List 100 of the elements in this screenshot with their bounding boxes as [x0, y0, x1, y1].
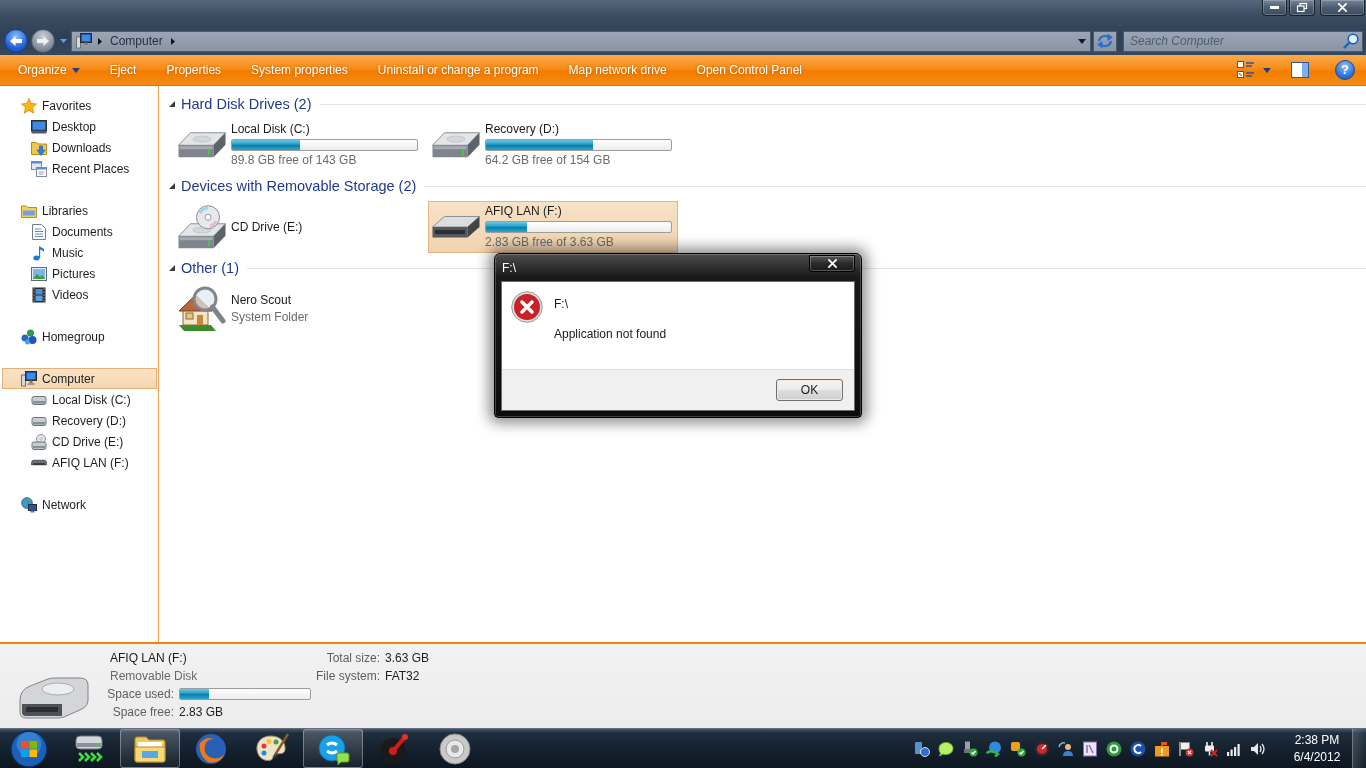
- group-heading: Devices with Removable Storage (2): [181, 178, 417, 194]
- item-name: CD Drive (E:): [231, 219, 303, 235]
- nav-item[interactable]: Recovery (D:): [2, 410, 157, 431]
- group-heading: Other (1): [181, 260, 239, 276]
- breadcrumb-caret-icon: [98, 37, 102, 45]
- nav-item[interactable]: Pictures: [2, 263, 157, 284]
- back-arrow-icon: [9, 35, 23, 47]
- preview-pane-icon: [1291, 62, 1309, 78]
- item-detail: 2.83 GB free of 3.63 GB: [485, 235, 615, 250]
- item-name: Local Disk (C:): [231, 122, 311, 137]
- globe-arrow-icon[interactable]: [986, 740, 1002, 757]
- property-value: 3.63 GB: [385, 651, 430, 665]
- nav-item[interactable]: Downloads: [2, 137, 157, 158]
- nav-item[interactable]: Computer: [2, 368, 157, 389]
- chat-bubble-icon[interactable]: [938, 740, 954, 757]
- item-name: AFIQ LAN (F:): [485, 204, 563, 219]
- document-icon: [32, 223, 46, 240]
- show-desktop-button[interactable]: [1352, 729, 1366, 768]
- usb-check-icon[interactable]: [962, 740, 978, 757]
- property-label: File system:: [316, 669, 380, 683]
- breadcrumb-caret-icon: [170, 37, 175, 45]
- cd-drive-icon: [178, 205, 226, 249]
- nav-item[interactable]: Network: [2, 494, 157, 515]
- close-button[interactable]: [1320, 0, 1365, 16]
- plug-error-icon[interactable]: [1202, 740, 1218, 757]
- expander-triangle-icon[interactable]: [169, 183, 175, 189]
- device-badge-icon[interactable]: [914, 740, 930, 757]
- nav-item[interactable]: Local Disk (C:): [2, 389, 157, 410]
- globe-icon: [195, 732, 227, 765]
- download-folder-icon: [31, 139, 47, 156]
- nav-item[interactable]: Videos: [2, 284, 157, 305]
- person-icon[interactable]: [1058, 740, 1074, 757]
- removable-drive-icon: [18, 676, 90, 720]
- turntable-icon: [378, 732, 410, 765]
- drive-tile[interactable]: Recovery (D:) 64.2 GB free of 154 GB: [428, 119, 678, 171]
- nav-item[interactable]: AFIQ LAN (F:): [2, 452, 157, 473]
- nav-item[interactable]: Documents: [2, 221, 157, 242]
- picture-icon: [31, 266, 47, 281]
- error-icon: [511, 291, 543, 323]
- hard-drive-icon: [31, 394, 47, 405]
- close-button[interactable]: [809, 255, 855, 272]
- folder-tile[interactable]: Nero Scout System Folder: [174, 283, 424, 335]
- item-name: Recovery (D:): [485, 122, 560, 137]
- drive-tile[interactable]: Local Disk (C:) 89.8 GB free of 143 GB: [174, 119, 424, 171]
- notebook-icon[interactable]: [1082, 740, 1098, 757]
- forward-button[interactable]: [31, 29, 55, 53]
- disc-icon: [439, 732, 471, 765]
- clock-time[interactable]: 2:38 PM: [1294, 731, 1340, 749]
- square-check-icon[interactable]: [1010, 740, 1026, 757]
- removable-drive-icon: [432, 216, 480, 238]
- search-field[interactable]: Search Computer: [1123, 30, 1363, 52]
- drive-type: Removable Disk: [110, 669, 198, 683]
- taskbar-button[interactable]: [120, 729, 180, 768]
- music-note-icon: [33, 244, 45, 261]
- start-orb-icon: [10, 729, 48, 768]
- stacked-windows-icon: [31, 160, 47, 177]
- view-list-icon: [1237, 61, 1255, 79]
- film-icon: [32, 286, 46, 303]
- nav-item[interactable]: Homegroup: [2, 326, 157, 347]
- drive-tile[interactable]: AFIQ LAN (F:) 2.83 GB free of 3.63 GB: [428, 201, 678, 253]
- back-button[interactable]: [4, 29, 28, 53]
- drive-tile[interactable]: CD Drive (E:): [174, 201, 424, 253]
- restore-button[interactable]: [1289, 0, 1315, 16]
- dialog-title: F:\: [502, 261, 516, 275]
- nav-item[interactable]: Music: [2, 242, 157, 263]
- nav-item[interactable]: Libraries: [2, 200, 157, 221]
- breadcrumb[interactable]: Computer: [108, 34, 165, 48]
- warning-flag-icon[interactable]: [1154, 740, 1170, 757]
- folder-icon: [134, 734, 166, 763]
- caret-icon: [1078, 38, 1086, 44]
- item-detail: System Folder: [231, 310, 309, 325]
- star-icon: [21, 97, 37, 114]
- search-icon: [1343, 32, 1359, 49]
- address-bar[interactable]: Computer: [71, 30, 1091, 52]
- property-label: Space used:: [107, 687, 174, 701]
- nav-item[interactable]: CD Drive (E:): [2, 431, 157, 452]
- nav-item[interactable]: Desktop: [2, 116, 157, 137]
- hard-drive-icon: [178, 132, 226, 158]
- refresh-icon: [1096, 33, 1114, 49]
- refresh-button[interactable]: [1093, 30, 1117, 52]
- item-detail: 64.2 GB free of 154 GB: [485, 153, 612, 168]
- forward-arrow-icon: [36, 35, 50, 47]
- minimize-icon: [1270, 6, 1279, 9]
- nav-item[interactable]: Recent Places: [2, 158, 157, 179]
- ring-badge-icon[interactable]: [1106, 740, 1122, 757]
- computer-icon: [76, 33, 92, 49]
- expander-triangle-icon[interactable]: [169, 265, 175, 271]
- chat-bubble-icon: [317, 732, 349, 765]
- removable-drive-icon: [31, 459, 47, 466]
- expander-triangle-icon[interactable]: [169, 101, 175, 107]
- flag-error-icon[interactable]: [1178, 740, 1194, 757]
- nav-item[interactable]: Favorites: [2, 95, 157, 116]
- cd-drive-icon: [31, 433, 47, 450]
- gauge-icon[interactable]: [1034, 740, 1050, 757]
- minimize-button[interactable]: [1262, 0, 1287, 16]
- dialog-button[interactable]: OK: [776, 379, 843, 401]
- open-ring-icon[interactable]: [1130, 740, 1146, 757]
- clock-date[interactable]: 6/4/2012: [1293, 748, 1341, 766]
- taskbar-button[interactable]: [303, 729, 363, 768]
- dialog-heading: F:\: [554, 297, 569, 312]
